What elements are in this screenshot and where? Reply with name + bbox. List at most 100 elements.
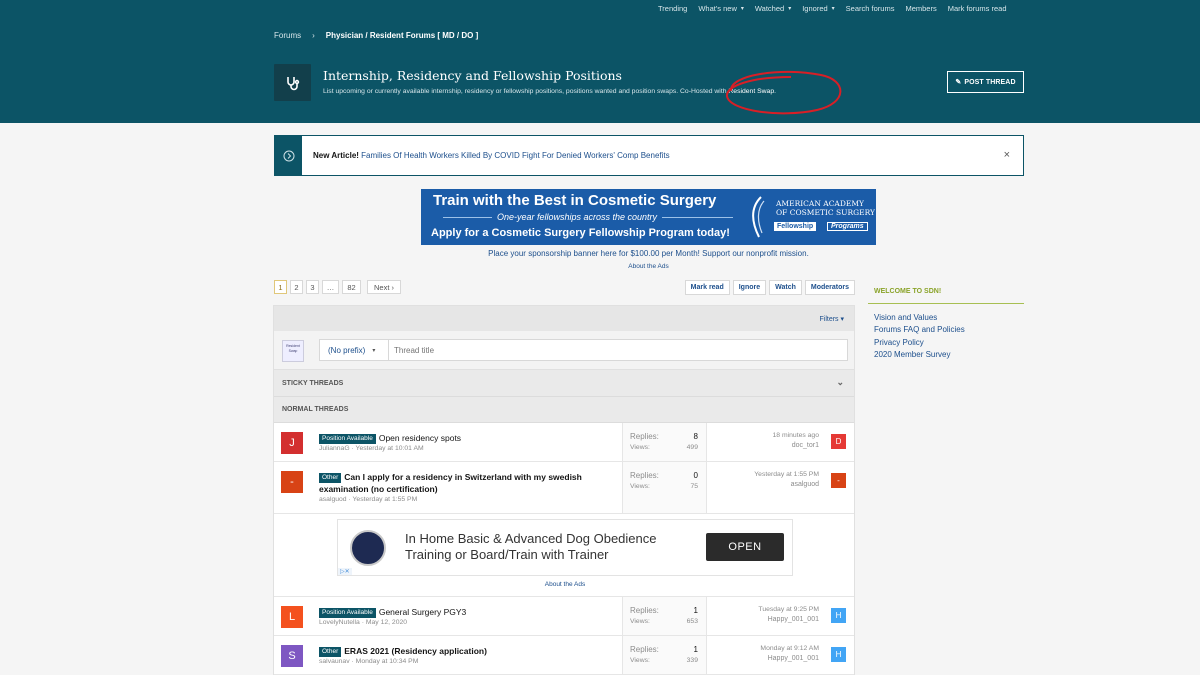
- mark-read-button[interactable]: Mark read: [684, 280, 730, 295]
- table-row[interactable]: L Position Available General Surgery PGY3 L…: [274, 597, 854, 636]
- about-ads-link[interactable]: About the Ads: [274, 581, 856, 588]
- page-2[interactable]: 2: [290, 280, 303, 294]
- views-value: 499: [686, 444, 698, 451]
- last-post-time-link[interactable]: Monday at 9:12 AM: [760, 645, 819, 652]
- page-82[interactable]: 82: [342, 280, 361, 294]
- thread-author-link[interactable]: LovelyNutella: [319, 619, 360, 626]
- avatar[interactable]: S: [281, 645, 303, 667]
- thread-author-link[interactable]: salvaunav: [319, 658, 350, 665]
- sidebar-link-privacy-policy[interactable]: Privacy Policy: [874, 337, 1018, 349]
- replies-label: Replies:: [630, 471, 659, 480]
- topnav-item-search-forums[interactable]: Search forums: [846, 4, 895, 13]
- sticky-threads-header[interactable]: STICKY THREADS ⌄: [274, 370, 854, 397]
- forum-description: List upcoming or currently available int…: [323, 88, 776, 95]
- banner-ad[interactable]: Train with the Best in Cosmetic Surgery …: [421, 189, 876, 245]
- moderators-button[interactable]: Moderators: [804, 280, 855, 295]
- topnav-item-mark-forums-read[interactable]: Mark forums read: [948, 4, 1007, 13]
- table-row[interactable]: J Position Available Open residency spots J…: [274, 423, 854, 462]
- page-3[interactable]: 3: [306, 280, 319, 294]
- post-thread-button[interactable]: ✎ POST THREAD: [947, 71, 1024, 93]
- table-row[interactable]: - Other Can I apply for a residency in Swi…: [274, 462, 854, 514]
- thread-list: Filters ▾ Resident Swap (No prefix) ▾ ST…: [273, 305, 855, 675]
- inline-ad-line2: Training or Board/Train with Trainer: [405, 547, 609, 562]
- sticky-threads-label: STICKY THREADS: [282, 379, 344, 387]
- views-stat: Views: 339: [630, 657, 698, 664]
- filters-button[interactable]: Filters ▾: [819, 315, 844, 323]
- inline-ad[interactable]: In Home Basic & Advanced Dog Obedience Tr…: [337, 519, 793, 576]
- page-1[interactable]: 1: [274, 280, 287, 294]
- avatar[interactable]: -: [831, 473, 846, 488]
- thread-stats: Replies: 8 Views: 499: [622, 423, 707, 461]
- topnav-item-what-s-new[interactable]: What's new ▾: [698, 4, 744, 13]
- last-post-user-link[interactable]: Happy_001_001: [768, 655, 819, 662]
- thread-prefix-badge[interactable]: Other: [319, 473, 342, 483]
- thread-stats: Replies: 1 Views: 653: [622, 597, 707, 635]
- last-post-user-link[interactable]: Happy_001_001: [768, 616, 819, 623]
- thread-date-link[interactable]: Yesterday at 10:01 AM: [356, 445, 424, 452]
- avatar[interactable]: H: [831, 608, 846, 623]
- about-ads-link[interactable]: About the Ads: [0, 263, 1200, 270]
- filter-bar: Filters ▾: [274, 306, 854, 331]
- views-stat: Views: 75: [630, 483, 698, 490]
- topnav-item-trending[interactable]: Trending: [658, 4, 687, 13]
- watch-button[interactable]: Watch: [769, 280, 802, 295]
- topnav-item-label: Watched: [754, 4, 785, 13]
- banner-line2: One-year fellowships across the country: [421, 212, 733, 222]
- table-row[interactable]: S Other ERAS 2021 (Residency application) s…: [274, 636, 854, 675]
- thread-title-link[interactable]: Open residency spots: [379, 433, 461, 443]
- next-page-button[interactable]: Next ›: [367, 280, 402, 294]
- thread-title-input[interactable]: [389, 339, 848, 361]
- thread-date-link[interactable]: Yesterday at 1:55 PM: [353, 496, 418, 503]
- sidebar-link-forums-faq-and-policies[interactable]: Forums FAQ and Policies: [874, 324, 1018, 336]
- chevron-down-icon[interactable]: ⌄: [836, 377, 844, 388]
- banner-org-line2: OF COSMETIC SURGERY: [776, 208, 875, 217]
- notice-article-link[interactable]: Families Of Health Workers Killed By COV…: [361, 151, 669, 160]
- thread-stats: Replies: 0 Views: 75: [622, 462, 707, 513]
- chevron-down-icon: ▾: [372, 347, 376, 354]
- replies-value: 1: [693, 606, 698, 615]
- sidebar-link-2020-member-survey[interactable]: 2020 Member Survey: [874, 349, 1018, 361]
- prefix-select[interactable]: (No prefix) ▾: [319, 339, 389, 361]
- normal-threads-label: NORMAL THREADS: [282, 406, 349, 413]
- last-post-time-link[interactable]: Yesterday at 1:55 PM: [754, 471, 819, 478]
- banner-programs: Programs: [827, 222, 868, 231]
- thread-title-link[interactable]: Can I apply for a residency in Switzerla…: [319, 472, 582, 494]
- thread-prefix-badge[interactable]: Other: [319, 647, 342, 657]
- sponsor-link[interactable]: Place your sponsorship banner here for $…: [0, 249, 1200, 258]
- thread-main: Other Can I apply for a residency in Swit…: [319, 471, 619, 505]
- thread-date-link[interactable]: Monday at 10:34 PM: [356, 658, 419, 665]
- banner-line3: Apply for a Cosmetic Surgery Fellowship …: [431, 227, 730, 239]
- thread-date-link[interactable]: May 12, 2020: [366, 619, 407, 626]
- breadcrumb-current[interactable]: Physician / Resident Forums [ MD / DO ]: [326, 31, 478, 40]
- sidebar-link-vision-and-values[interactable]: Vision and Values: [874, 312, 1018, 324]
- thread-author-link[interactable]: JuliannaG: [319, 445, 350, 452]
- avatar[interactable]: H: [831, 647, 846, 662]
- thread-prefix-badge[interactable]: Position Available: [319, 608, 376, 618]
- inline-ad-text: In Home Basic & Advanced Dog Obedience Tr…: [405, 531, 656, 563]
- topnav-item-ignored[interactable]: Ignored ▾: [802, 4, 834, 13]
- avatar[interactable]: L: [281, 606, 303, 628]
- thread-author-link[interactable]: asalguod: [319, 496, 347, 503]
- ignore-button[interactable]: Ignore: [732, 280, 767, 295]
- topnav-item-label: What's new: [698, 4, 737, 13]
- inline-ad-row: In Home Basic & Advanced Dog Obedience Tr…: [274, 514, 854, 597]
- avatar[interactable]: -: [281, 471, 303, 493]
- article-notice: New Article! Families Of Health Workers …: [274, 135, 1024, 176]
- last-post-user-link[interactable]: asalguod: [791, 481, 819, 488]
- avatar[interactable]: J: [281, 432, 303, 454]
- last-post-user-link[interactable]: doc_tor1: [792, 442, 819, 449]
- last-post-time-link[interactable]: Tuesday at 9:25 PM: [758, 606, 819, 613]
- topnav-item-watched[interactable]: Watched ▾: [755, 4, 791, 13]
- stethoscope-icon: [274, 64, 311, 101]
- thread-prefix-badge[interactable]: Position Available: [319, 434, 376, 444]
- last-post-time-link[interactable]: 18 minutes ago: [773, 432, 819, 439]
- thread-title-link[interactable]: General Surgery PGY3: [379, 607, 466, 617]
- ad-open-button[interactable]: OPEN: [706, 533, 784, 561]
- topnav-item-members[interactable]: Members: [905, 4, 936, 13]
- avatar[interactable]: D: [831, 434, 846, 449]
- thread-title-link[interactable]: ERAS 2021 (Residency application): [344, 646, 487, 656]
- breadcrumb-forums[interactable]: Forums: [274, 31, 301, 40]
- close-icon[interactable]: ×: [1004, 149, 1010, 161]
- ad-choices-icon[interactable]: ▷✕: [338, 568, 352, 575]
- red-annotation-ellipse: [726, 70, 842, 115]
